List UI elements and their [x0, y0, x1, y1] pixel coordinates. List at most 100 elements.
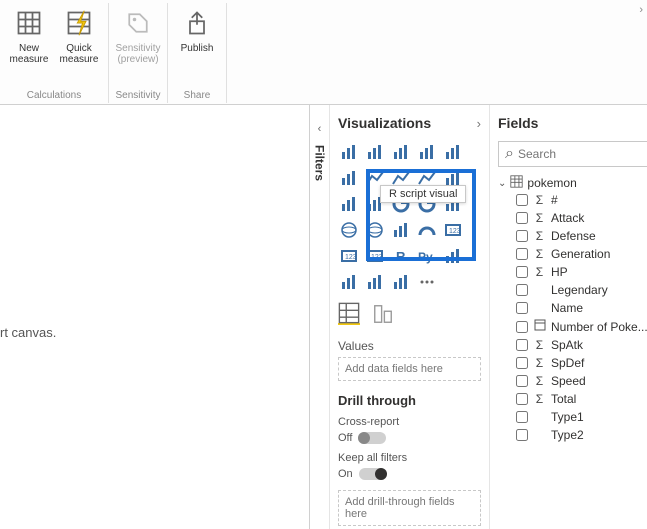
chevron-right-icon[interactable]: › — [477, 116, 481, 131]
filters-pane-collapsed[interactable]: ‹ Filters — [310, 105, 330, 529]
field-item[interactable]: Σ SpAtk — [498, 336, 647, 354]
viz-gauge-icon[interactable] — [416, 219, 438, 241]
viz-card-icon[interactable]: 123 — [442, 219, 464, 241]
field-checkbox[interactable] — [516, 393, 528, 405]
sigma-icon: Σ — [533, 374, 546, 388]
viz-funnel-icon[interactable] — [390, 219, 412, 241]
chevron-right-icon[interactable]: › — [639, 4, 643, 16]
field-item[interactable]: ΣDefense — [498, 227, 647, 245]
field-name: # — [551, 193, 558, 207]
fields-search-input[interactable] — [518, 147, 647, 161]
viz-bar-clustered-icon[interactable] — [364, 141, 386, 163]
field-name: HP — [551, 265, 568, 279]
field-name: Attack — [551, 211, 584, 225]
fields-tab-icon[interactable] — [338, 303, 360, 325]
field-checkbox[interactable] — [516, 375, 528, 387]
viz-py-visual-icon[interactable]: Py — [416, 245, 438, 267]
fields-search[interactable]: ⌕ — [498, 141, 647, 167]
field-name: SpAtk — [551, 338, 583, 352]
field-checkbox[interactable] — [516, 339, 528, 351]
field-name: Generation — [551, 247, 610, 261]
viz-col-100-icon[interactable] — [442, 141, 464, 163]
field-item[interactable]: Σ Attack — [498, 209, 647, 227]
blank-icon — [533, 428, 546, 442]
publish-icon — [181, 7, 213, 39]
viz-col-line-icon[interactable] — [338, 167, 360, 189]
field-checkbox[interactable] — [516, 194, 528, 206]
keep-all-filters-label: Keep all filters — [338, 452, 481, 464]
search-icon: ⌕ — [505, 145, 514, 163]
field-item[interactable]: Number of Poke... — [498, 317, 647, 336]
field-checkbox[interactable] — [516, 321, 528, 333]
report-canvas[interactable]: rt canvas. — [0, 105, 310, 529]
sigma-icon: Σ — [533, 338, 546, 352]
ribbon-group-title: Sensitivity — [115, 90, 160, 103]
field-item[interactable]: Type2 — [498, 426, 647, 444]
viz-paginate-icon[interactable] — [390, 271, 412, 293]
field-item[interactable]: Name — [498, 299, 647, 317]
fields-pane: › Fields ⌕ ⌄ pokemon Σ#ΣAttackΣDefenseΣG… — [490, 105, 647, 529]
table-icon — [510, 175, 523, 191]
viz-col-clustered-icon[interactable] — [416, 141, 438, 163]
cross-report-toggle[interactable] — [358, 432, 386, 444]
viz-col-stacked-icon[interactable] — [390, 141, 412, 163]
viz-decomp-icon[interactable] — [338, 271, 360, 293]
svg-text:123: 123 — [449, 228, 461, 235]
field-item[interactable]: Σ HP — [498, 263, 647, 281]
format-tab-icon[interactable] — [372, 303, 394, 325]
sigma-icon: Σ — [533, 265, 546, 279]
sigma-icon: Σ — [533, 229, 546, 243]
svg-text:123: 123 — [345, 254, 357, 261]
field-item[interactable]: Σ SpDef — [498, 354, 647, 372]
viz-filled-map-icon[interactable] — [364, 219, 386, 241]
viz-waterfall-icon[interactable] — [338, 193, 360, 215]
field-checkbox[interactable] — [516, 230, 528, 242]
field-item[interactable]: ΣSpeed — [498, 372, 647, 390]
field-name: Type2 — [551, 428, 584, 442]
viz-qna-icon[interactable] — [364, 271, 386, 293]
field-item[interactable]: Σ# — [498, 191, 647, 209]
viz-r-visual-icon[interactable]: R — [390, 245, 412, 267]
drill-through-field-well[interactable]: Add drill-through fields here — [338, 490, 481, 526]
drill-through-title: Drill through — [338, 393, 481, 408]
table-node[interactable]: ⌄ pokemon — [498, 175, 647, 191]
field-item[interactable]: ΣTotal — [498, 390, 647, 408]
field-list: Σ#ΣAttackΣDefenseΣGenerationΣHP Legendar… — [498, 191, 647, 444]
field-checkbox[interactable] — [516, 212, 528, 224]
fields-title: Fields — [498, 115, 538, 131]
viz-bar-stacked-icon[interactable] — [338, 141, 360, 163]
keep-all-filters-toggle[interactable] — [359, 468, 387, 480]
chevron-down-icon: ⌄ — [498, 178, 506, 189]
viz-key-influencers-icon[interactable] — [442, 245, 464, 267]
field-item[interactable]: ΣGeneration — [498, 245, 647, 263]
field-item[interactable]: Legendary — [498, 281, 647, 299]
field-checkbox[interactable] — [516, 357, 528, 369]
new-measure-button[interactable]: New measure — [6, 3, 52, 65]
viz-map-icon[interactable] — [338, 219, 360, 241]
tag-icon — [122, 7, 154, 39]
field-name: SpDef — [551, 356, 584, 370]
publish-button[interactable]: Publish — [174, 3, 220, 54]
field-checkbox[interactable] — [516, 266, 528, 278]
keep-all-filters-state: On — [338, 468, 353, 480]
viz-more-icon[interactable] — [416, 271, 438, 293]
field-checkbox[interactable] — [516, 284, 528, 296]
viz-kpi-icon[interactable]: 123 — [364, 245, 386, 267]
sigma-icon: Σ — [533, 356, 546, 370]
field-checkbox[interactable] — [516, 248, 528, 260]
field-checkbox[interactable] — [516, 411, 528, 423]
values-field-well[interactable]: Add data fields here — [338, 357, 481, 381]
field-name: Total — [551, 392, 576, 406]
quick-measure-button[interactable]: Quick measure — [56, 3, 102, 65]
ribbon-button-label: Sensitivity (preview) — [115, 43, 161, 65]
chevron-left-icon[interactable]: ‹ — [318, 123, 322, 135]
field-checkbox[interactable] — [516, 429, 528, 441]
sigma-icon: Σ — [533, 193, 546, 207]
field-item[interactable]: Type1 — [498, 408, 647, 426]
viz-multi-card-icon[interactable]: 123 — [338, 245, 360, 267]
sigma-icon: Σ — [533, 211, 546, 225]
ribbon-group-title: Calculations — [27, 90, 81, 103]
visualizations-pane: Visualizations › R script visual 1231231… — [330, 105, 490, 529]
field-checkbox[interactable] — [516, 302, 528, 314]
ribbon-toolbar: New measureQuick measure Calculations Sens… — [0, 0, 647, 105]
